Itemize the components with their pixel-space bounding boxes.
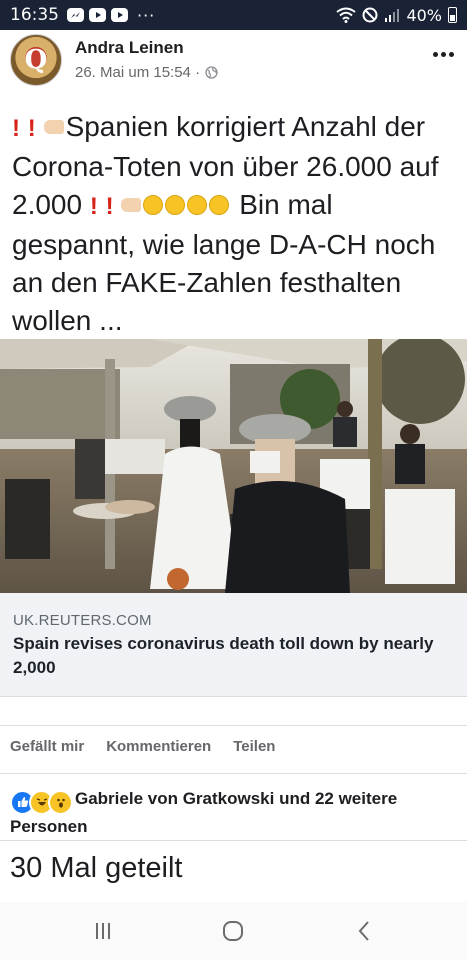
- laughing-emoji: [165, 195, 186, 215]
- back-button[interactable]: [344, 916, 384, 946]
- laughing-emoji: [209, 195, 230, 215]
- link-title[interactable]: Spain revises coronavirus death toll dow…: [13, 632, 453, 680]
- divider: [0, 773, 467, 774]
- divider: [0, 725, 467, 726]
- post-date-text: 26. Mai um 15:54 ·: [75, 64, 201, 81]
- laughing-emoji: [143, 195, 164, 215]
- more-options-button[interactable]: [431, 44, 455, 64]
- recent-apps-button[interactable]: [83, 916, 123, 946]
- status-bar: 16:35 ··· 40%: [0, 0, 467, 30]
- status-time: 16:35: [10, 5, 59, 25]
- battery-icon: [448, 7, 457, 23]
- divider: [0, 840, 467, 841]
- home-button[interactable]: [213, 916, 253, 946]
- author-name[interactable]: Andra Leinen: [75, 38, 218, 58]
- comment-button[interactable]: Kommentieren: [106, 738, 211, 755]
- wow-reaction-icon: [48, 789, 73, 815]
- post-text: ! ! Spanien korrigiert Anzahl der Corona…: [12, 108, 460, 340]
- reactions-summary[interactable]: Gabriele von Gratkowski und 22 weitere P…: [10, 787, 460, 838]
- link-preview-image[interactable]: [0, 339, 467, 593]
- post-date[interactable]: 26. Mai um 15:54 ·: [75, 64, 218, 81]
- dot: [440, 51, 446, 57]
- reaction-icons: [10, 789, 73, 815]
- pointing-hand-emoji: [121, 198, 142, 212]
- post-header: Q Andra Leinen 26. Mai um 15:54 ·: [10, 34, 457, 92]
- youtube-icon: [89, 8, 106, 22]
- restaurant-photo: [0, 339, 467, 593]
- android-nav-bar: [0, 902, 467, 960]
- back-icon: [358, 921, 369, 941]
- pointing-hand-emoji: [43, 120, 64, 134]
- share-button[interactable]: Teilen: [233, 738, 275, 755]
- globe-icon: [205, 66, 218, 79]
- status-right: 40%: [336, 6, 457, 25]
- laughing-emoji: [187, 195, 208, 215]
- exclamation-emoji: !: [89, 193, 98, 220]
- exclamation-emoji: !: [27, 115, 36, 142]
- post-meta: Andra Leinen 26. Mai um 15:54 ·: [75, 34, 218, 92]
- wifi-icon: [336, 7, 357, 23]
- messenger-icon: [67, 8, 84, 22]
- do-not-disturb-icon: [362, 7, 378, 23]
- avatar[interactable]: Q: [10, 34, 62, 86]
- dot: [432, 51, 438, 57]
- home-icon: [223, 921, 243, 941]
- avatar-logo-icon: Q: [24, 45, 48, 75]
- recent-apps-icon: [96, 923, 110, 939]
- post-actions: Gefällt mir Kommentieren Teilen: [10, 738, 275, 755]
- youtube-icon: [111, 8, 128, 22]
- exclamation-emoji: !: [105, 193, 114, 220]
- more-notifications-icon: ···: [137, 5, 156, 25]
- dot: [448, 51, 454, 57]
- like-button[interactable]: Gefällt mir: [10, 738, 84, 755]
- battery-percent: 40%: [406, 5, 442, 25]
- link-preview[interactable]: UK.REUTERS.COM Spain revises coronavirus…: [0, 593, 467, 697]
- signal-icon: [385, 9, 400, 22]
- shares-count[interactable]: 30 Mal geteilt: [10, 852, 183, 885]
- exclamation-emoji: !: [12, 115, 20, 142]
- link-domain: UK.REUTERS.COM: [13, 612, 152, 629]
